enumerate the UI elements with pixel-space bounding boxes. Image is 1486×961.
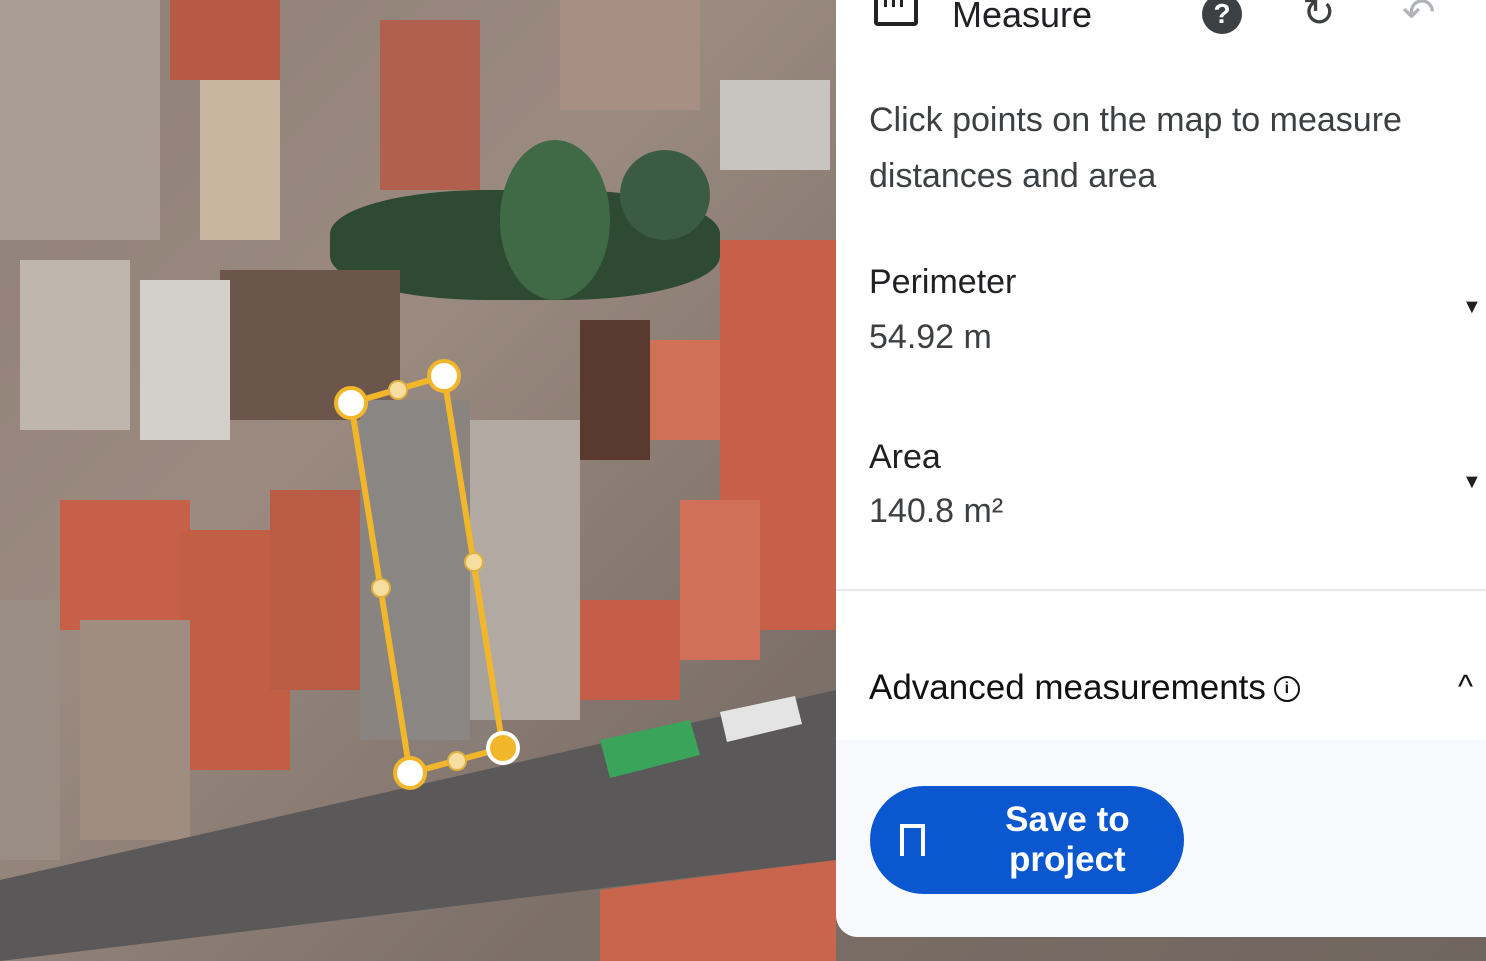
save-to-project-label: Save to project — [1005, 800, 1130, 879]
midpoint-handle — [447, 751, 467, 771]
instructions-text: Click points on the map to measure dista… — [869, 101, 1402, 195]
area-unit-dropdown-icon[interactable]: ▼ — [1462, 471, 1482, 494]
perimeter-label: Perimeter — [869, 263, 1017, 301]
redo-icon[interactable]: ↻ — [1302, 0, 1336, 36]
info-icon[interactable]: i — [1273, 676, 1300, 702]
advanced-measurements-toggle[interactable]: Advanced measurements i — [869, 668, 1300, 708]
advanced-measurements-label: Advanced measurements — [869, 668, 1266, 707]
measure-polygon[interactable] — [0, 0, 836, 961]
vertex-handle — [393, 756, 427, 790]
vertex-handle — [334, 386, 368, 420]
midpoint-handle — [371, 578, 391, 598]
area-label: Area — [869, 438, 941, 476]
perimeter-unit-dropdown-icon[interactable]: ▼ — [1462, 296, 1482, 319]
panel-title: Measure — [952, 0, 1093, 35]
vertex-handle-active — [486, 731, 520, 765]
undo-icon[interactable]: ↶ — [1402, 0, 1436, 36]
measure-panel: Measure ? ↻ ↶ Click points on the map to… — [836, 0, 1486, 937]
panel-header: Measure ? ↻ ↶ — [836, 0, 1486, 48]
perimeter-value: 54.92 m — [869, 318, 992, 356]
area-value: 140.8 m² — [869, 492, 1004, 530]
save-to-project-button[interactable]: Save to project — [870, 786, 1184, 894]
bookmark-icon — [900, 824, 925, 858]
chevron-up-icon[interactable]: ^ — [1458, 668, 1473, 705]
help-icon[interactable]: ? — [1202, 0, 1242, 34]
divider — [836, 589, 1486, 591]
ruler-icon — [874, 0, 918, 26]
polygon-outline — [347, 372, 507, 777]
midpoint-handle — [464, 552, 484, 572]
midpoint-handle — [388, 380, 408, 400]
vertex-handle — [427, 359, 461, 393]
